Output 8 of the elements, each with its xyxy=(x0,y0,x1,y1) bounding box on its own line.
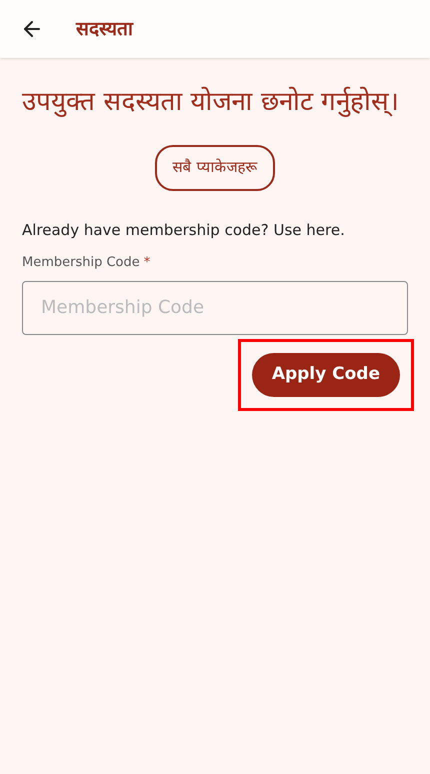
required-mark: * xyxy=(144,254,150,272)
page-title: सदस्यता xyxy=(76,16,133,42)
apply-code-button[interactable]: Apply Code xyxy=(252,352,400,396)
prompt-text: Already have membership code? Use here. xyxy=(22,220,346,240)
field-label-text: Membership Code xyxy=(22,254,140,272)
membership-code-field[interactable]: Membership Code xyxy=(22,280,408,334)
heading: उपयुक्त सदस्यता योजना छनोट गर्नुहोस्। xyxy=(22,86,400,118)
all-packages-button[interactable]: सबै प्याकेजहरू xyxy=(154,144,276,190)
